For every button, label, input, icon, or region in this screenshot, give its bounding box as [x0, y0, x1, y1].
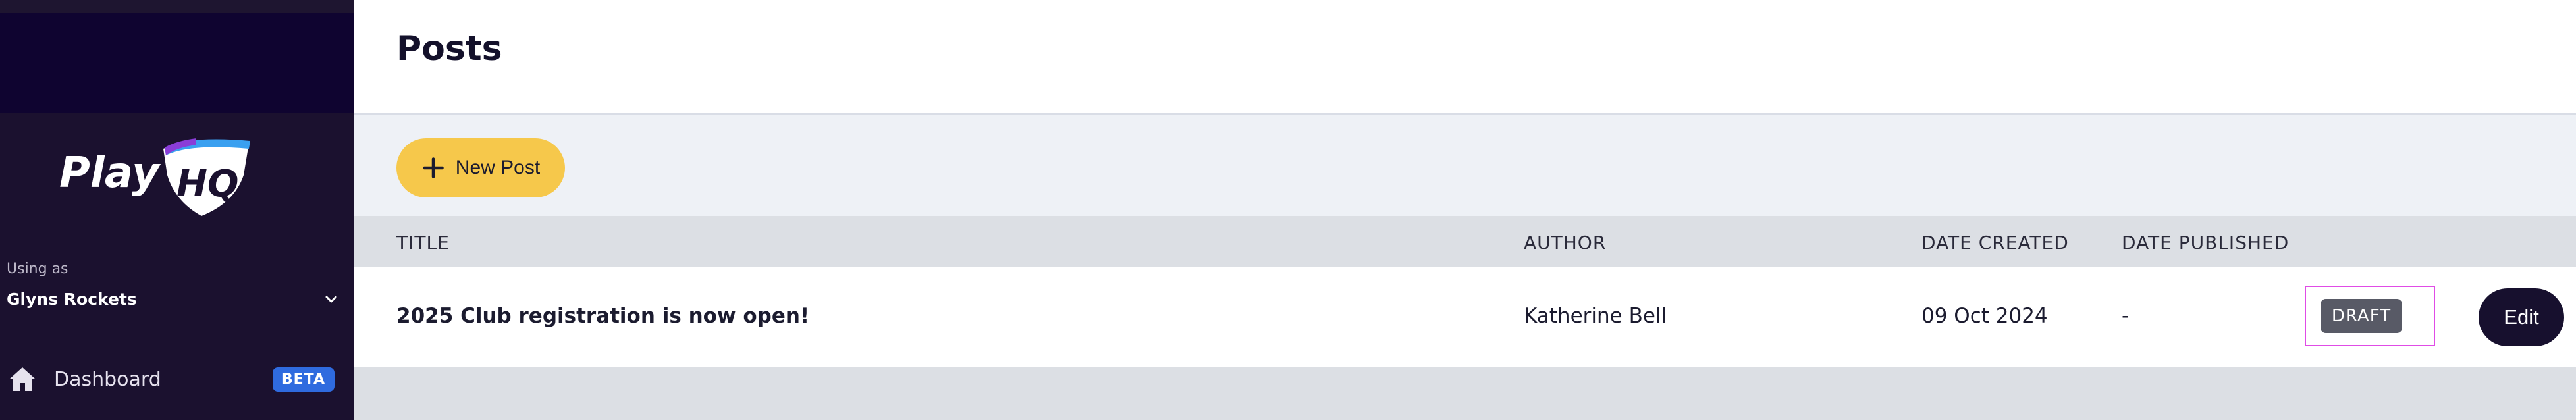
- chevron-down-icon: [325, 296, 337, 303]
- plus-icon: [423, 157, 444, 178]
- home-icon: [9, 367, 36, 391]
- org-name: Glyns Rockets: [7, 289, 137, 309]
- table-footer-area: [354, 367, 2576, 420]
- logo-text-hq: HQ: [176, 163, 238, 205]
- new-post-button[interactable]: New Post: [396, 138, 565, 197]
- toolbar: New Post: [354, 115, 2576, 216]
- sidebar: Play HQ Using as Glyns Rockets Dashboard…: [0, 0, 354, 420]
- beta-badge: BETA: [272, 367, 335, 392]
- sidebar-item-label: Dashboard: [54, 367, 161, 391]
- table-header: TITLE AUTHOR DATE CREATED DATE PUBLISHED: [354, 216, 2576, 267]
- post-date-created: 09 Oct 2024: [1921, 304, 2048, 328]
- sidebar-top-strip: [0, 0, 354, 13]
- table-row[interactable]: 2025 Club registration is now open! Kath…: [354, 267, 2576, 367]
- post-title: 2025 Club registration is now open!: [396, 304, 810, 328]
- using-as-label: Using as: [7, 261, 68, 277]
- logo-text-play: Play: [59, 149, 161, 197]
- edit-button[interactable]: Edit: [2479, 288, 2564, 346]
- column-header-date-published: DATE PUBLISHED: [2122, 232, 2290, 253]
- page-title: Posts: [396, 29, 502, 68]
- column-header-date-created: DATE CREATED: [1921, 232, 2069, 253]
- main-content: Posts New Post TITLE AUTHOR DATE CREATED…: [354, 0, 2576, 420]
- new-post-label: New Post: [455, 157, 541, 178]
- column-header-title: TITLE: [396, 232, 450, 253]
- status-badge: DRAFT: [2321, 299, 2402, 333]
- org-switcher[interactable]: Glyns Rockets: [7, 287, 339, 311]
- post-date-published: -: [2122, 304, 2130, 328]
- playhq-logo[interactable]: Play HQ: [58, 129, 255, 218]
- sidebar-item-dashboard[interactable]: Dashboard BETA: [7, 362, 335, 396]
- page-header: Posts: [354, 0, 2576, 115]
- post-author: Katherine Bell: [1524, 304, 1667, 328]
- column-header-author: AUTHOR: [1524, 232, 1607, 253]
- sidebar-banner: [0, 13, 354, 113]
